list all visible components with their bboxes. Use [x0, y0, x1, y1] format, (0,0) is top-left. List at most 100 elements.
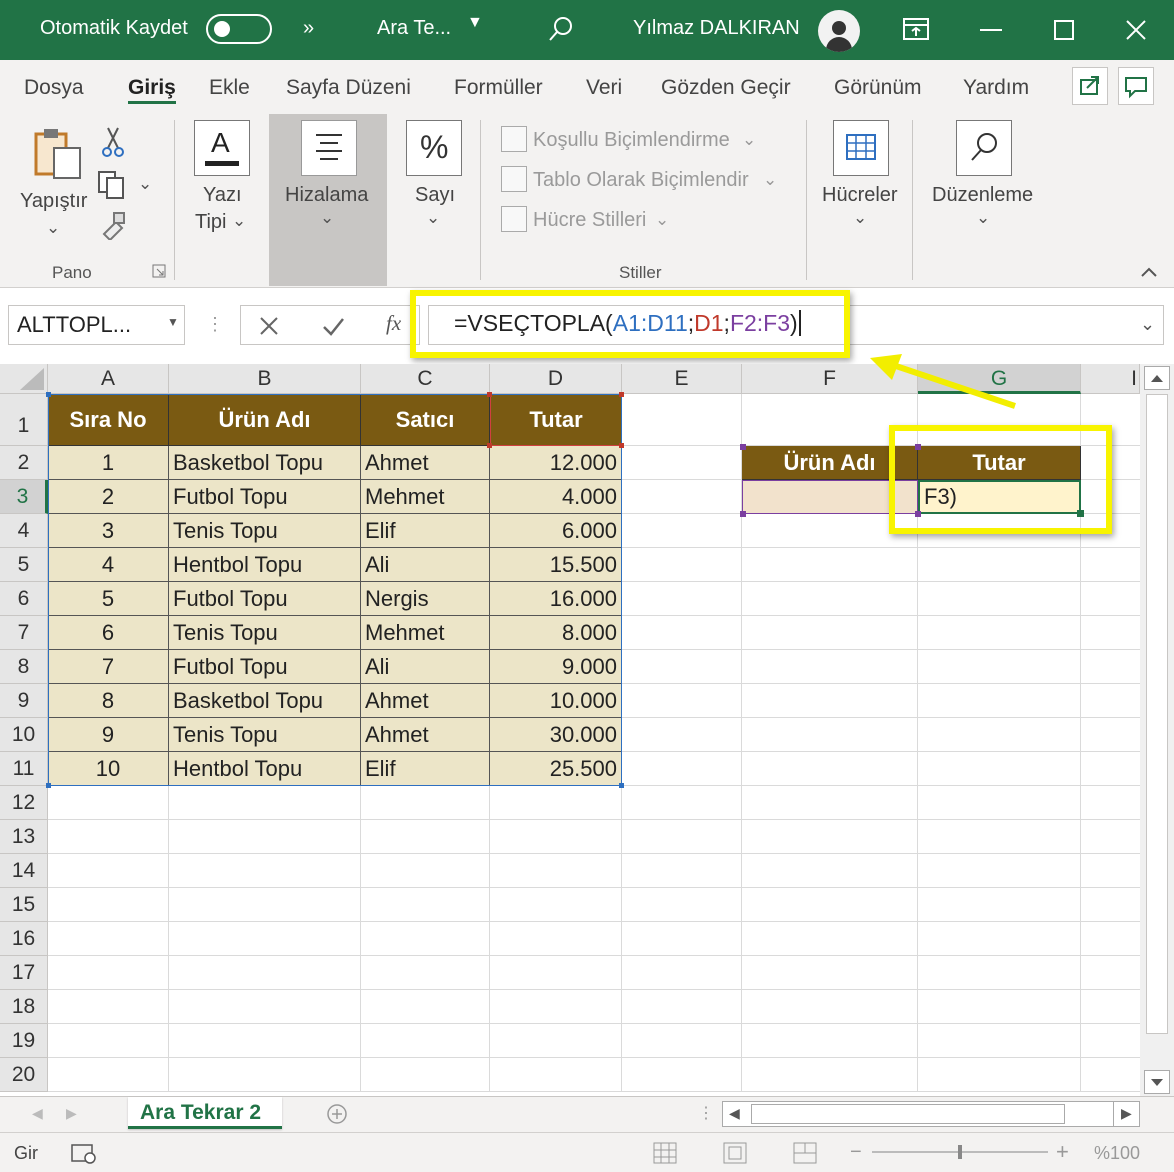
- avatar[interactable]: [818, 10, 860, 52]
- number-label[interactable]: Sayı: [415, 184, 455, 207]
- maximize-icon[interactable]: [1054, 20, 1074, 40]
- cell-tutar[interactable]: 25.500: [490, 752, 622, 786]
- chevron-down-icon[interactable]: ⌄: [426, 208, 440, 228]
- sheet-tab-active[interactable]: Ara Tekrar 2: [128, 1097, 282, 1129]
- cell-tutar[interactable]: 16.000: [490, 582, 622, 616]
- row-header[interactable]: 1: [0, 394, 48, 446]
- cell-styles-button[interactable]: Hücre Stilleri: [533, 209, 646, 232]
- column-header-b[interactable]: B: [169, 364, 361, 394]
- select-all-button[interactable]: [0, 364, 48, 394]
- tab-review[interactable]: Gözden Geçir: [661, 76, 791, 100]
- scroll-down-button[interactable]: [1144, 1070, 1170, 1094]
- cell-urun-adi[interactable]: Basketbol Topu: [169, 446, 361, 480]
- range-handle[interactable]: [487, 443, 492, 448]
- scroll-thumb[interactable]: [1146, 394, 1168, 1034]
- cell-tutar[interactable]: 8.000: [490, 616, 622, 650]
- user-name[interactable]: Yılmaz DALKIRAN: [633, 17, 800, 40]
- page-break-icon[interactable]: [792, 1141, 818, 1165]
- cell-sira-no[interactable]: 7: [48, 650, 169, 684]
- chevron-down-icon[interactable]: ⌄: [232, 211, 246, 231]
- chevron-down-icon[interactable]: ⌄: [655, 210, 669, 230]
- row-header[interactable]: 20: [0, 1058, 48, 1092]
- h-scroll-thumb[interactable]: [751, 1104, 1065, 1124]
- header-cell[interactable]: Satıcı: [361, 394, 490, 446]
- conditional-formatting-button[interactable]: Koşullu Biçimlendirme: [533, 129, 730, 152]
- alignment-icon[interactable]: [301, 120, 357, 176]
- column-header-d[interactable]: D: [490, 364, 622, 394]
- collapse-ribbon-icon[interactable]: [1140, 266, 1158, 278]
- cell-satici[interactable]: Elif: [361, 752, 490, 786]
- cell-urun-adi[interactable]: Hentbol Topu: [169, 752, 361, 786]
- cell-urun-adi[interactable]: Tenis Topu: [169, 514, 361, 548]
- tab-page-layout[interactable]: Sayfa Düzeni: [286, 76, 411, 100]
- row-header[interactable]: 6: [0, 582, 48, 616]
- accessibility-icon[interactable]: [70, 1143, 98, 1165]
- editing-label[interactable]: Düzenleme: [932, 184, 1033, 207]
- row-header[interactable]: 7: [0, 616, 48, 650]
- name-box-dropdown-icon[interactable]: ▼: [167, 315, 179, 329]
- chevron-down-icon[interactable]: ⌄: [742, 130, 756, 150]
- cell-sira-no[interactable]: 10: [48, 752, 169, 786]
- cells-icon[interactable]: [833, 120, 889, 176]
- chevron-down-icon[interactable]: ⌄: [763, 170, 777, 190]
- cell-tutar[interactable]: 12.000: [490, 446, 622, 480]
- row-header[interactable]: 15: [0, 888, 48, 922]
- comments-button[interactable]: [1118, 67, 1154, 105]
- vertical-scrollbar[interactable]: [1140, 364, 1174, 1096]
- cell-sira-no[interactable]: 2: [48, 480, 169, 514]
- tab-data[interactable]: Veri: [586, 76, 622, 100]
- row-header[interactable]: 17: [0, 956, 48, 990]
- header-cell[interactable]: Sıra No: [48, 394, 169, 446]
- insert-function-icon[interactable]: fx: [386, 311, 401, 336]
- doc-dropdown-icon[interactable]: ▼: [467, 14, 483, 32]
- font-label-2[interactable]: Tipi: [195, 211, 226, 234]
- tab-home[interactable]: Giriş: [128, 76, 176, 100]
- range-handle[interactable]: [487, 392, 492, 397]
- copy-icon[interactable]: [96, 170, 130, 200]
- cell-sira-no[interactable]: 1: [48, 446, 169, 480]
- enter-icon[interactable]: [321, 315, 345, 337]
- paste-button[interactable]: Yapıştır: [20, 190, 87, 213]
- tab-insert[interactable]: Ekle: [209, 76, 250, 100]
- cell-sira-no[interactable]: 3: [48, 514, 169, 548]
- alignment-label[interactable]: Hizalama: [285, 184, 368, 207]
- row-header[interactable]: 2: [0, 446, 48, 480]
- cell-tutar[interactable]: 4.000: [490, 480, 622, 514]
- scroll-up-button[interactable]: [1144, 366, 1170, 390]
- next-sheet-icon[interactable]: ▶: [66, 1105, 77, 1122]
- cell-urun-adi[interactable]: Tenis Topu: [169, 616, 361, 650]
- normal-view-icon[interactable]: [652, 1141, 678, 1165]
- cell-tutar[interactable]: 10.000: [490, 684, 622, 718]
- share-button[interactable]: [1072, 67, 1108, 105]
- row-header[interactable]: 9: [0, 684, 48, 718]
- range-handle[interactable]: [619, 443, 624, 448]
- tab-formulas[interactable]: Formüller: [454, 76, 543, 100]
- cell-sira-no[interactable]: 8: [48, 684, 169, 718]
- font-icon[interactable]: A: [194, 120, 250, 176]
- row-header[interactable]: 3: [0, 480, 48, 514]
- chevron-down-icon[interactable]: ⌄: [320, 208, 334, 228]
- cell-satici[interactable]: Ahmet: [361, 684, 490, 718]
- row-header[interactable]: 14: [0, 854, 48, 888]
- cell-satici[interactable]: Ali: [361, 548, 490, 582]
- ribbon-display-icon[interactable]: [902, 17, 930, 41]
- cell-sira-no[interactable]: 5: [48, 582, 169, 616]
- row-header[interactable]: 5: [0, 548, 48, 582]
- row-header[interactable]: 19: [0, 1024, 48, 1058]
- cell-satici[interactable]: Elif: [361, 514, 490, 548]
- cell-urun-adi[interactable]: Basketbol Topu: [169, 684, 361, 718]
- chevron-down-icon[interactable]: ⌄: [976, 208, 990, 228]
- cell-satici[interactable]: Mehmet: [361, 616, 490, 650]
- range-handle[interactable]: [46, 392, 51, 397]
- row-header[interactable]: 18: [0, 990, 48, 1024]
- column-header-a[interactable]: A: [48, 364, 169, 394]
- cell-styles-icon[interactable]: [501, 206, 527, 232]
- cut-icon[interactable]: [100, 126, 126, 158]
- cell-sira-no[interactable]: 9: [48, 718, 169, 752]
- search-icon[interactable]: [548, 16, 574, 42]
- cancel-icon[interactable]: [258, 315, 280, 337]
- range-handle[interactable]: [740, 511, 746, 517]
- autosave-toggle[interactable]: [206, 14, 272, 44]
- cell-urun-adi[interactable]: Hentbol Topu: [169, 548, 361, 582]
- format-painter-icon[interactable]: [98, 210, 128, 240]
